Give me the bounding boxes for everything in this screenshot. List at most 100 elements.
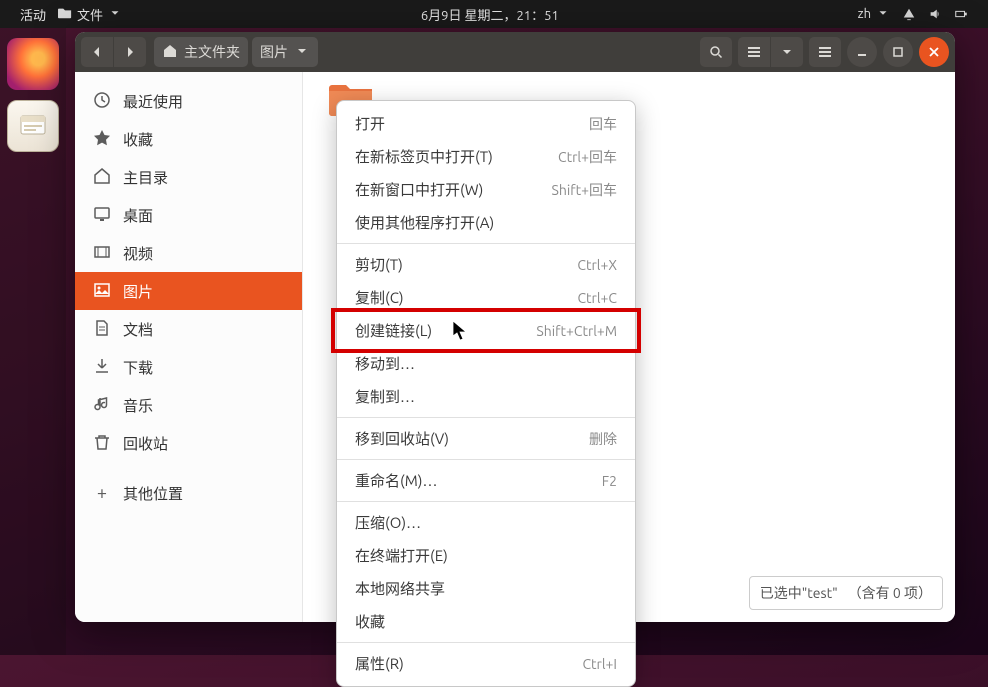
- input-source-indicator[interactable]: zh: [852, 6, 896, 23]
- sidebar-item-image[interactable]: 图片: [75, 272, 302, 310]
- menu-item-label: 在新窗口中打开(W): [355, 179, 483, 200]
- context-menu: 打开回车在新标签页中打开(T)Ctrl+回车在新窗口中打开(W)Shift+回车…: [336, 100, 636, 687]
- clock-icon: [93, 91, 111, 112]
- sidebar-item-label: 收藏: [123, 129, 153, 150]
- menu-item-shortcut: Ctrl+回车: [558, 147, 617, 167]
- menu-divider: [337, 243, 635, 244]
- sidebar-item-label: 最近使用: [123, 91, 183, 112]
- menu-item-label: 移动到…: [355, 353, 415, 374]
- desk-icon: [93, 205, 111, 226]
- back-button[interactable]: [81, 37, 113, 67]
- view-options-button[interactable]: [771, 37, 803, 67]
- hamburger-button[interactable]: [809, 37, 841, 67]
- music-icon: [93, 395, 111, 416]
- dock: [0, 28, 66, 655]
- menu-item[interactable]: 在新标签页中打开(T)Ctrl+回车: [337, 140, 635, 173]
- menu-item-label: 属性(R): [355, 653, 404, 674]
- menu-item-label: 重命名(M)…: [355, 470, 437, 491]
- path-bar: 主文件夹 图片: [154, 37, 696, 67]
- folder-icon: [58, 6, 72, 23]
- menu-item[interactable]: 使用其他程序打开(A): [337, 206, 635, 239]
- sidebar-item-down[interactable]: 下载: [75, 348, 302, 386]
- sidebar-item-desk[interactable]: 桌面: [75, 196, 302, 234]
- menu-item-shortcut: Ctrl+X: [577, 257, 617, 273]
- sidebar-item-label: 主目录: [123, 167, 168, 188]
- topbar-datetime[interactable]: 6月9日 星期二，21：51: [415, 5, 565, 24]
- trash-icon: [93, 433, 111, 454]
- menu-item[interactable]: 本地网络共享: [337, 572, 635, 605]
- view-list-button[interactable]: [738, 37, 770, 67]
- network-icon[interactable]: [896, 7, 922, 21]
- menu-item[interactable]: 剪切(T) Ctrl+X: [337, 248, 635, 281]
- path-home[interactable]: 主文件夹: [154, 37, 248, 67]
- sidebar-other-label: 其他位置: [123, 483, 183, 504]
- path-crumb-label: 图片: [260, 42, 288, 62]
- headerbar-right: [700, 37, 949, 67]
- search-button[interactable]: [700, 37, 732, 67]
- plus-icon: +: [93, 483, 111, 503]
- sidebar-item-label: 图片: [123, 281, 153, 302]
- status-bar: 已选中"test" （含有 0 项）: [749, 576, 943, 610]
- path-crumb-pictures[interactable]: 图片: [252, 37, 318, 67]
- dock-firefox[interactable]: [7, 38, 59, 90]
- sidebar-item-doc[interactable]: 文档: [75, 310, 302, 348]
- places-sidebar: 最近使用收藏主目录桌面视频图片文档下载音乐回收站 + 其他位置: [75, 72, 303, 622]
- nav-buttons: [81, 37, 146, 67]
- menu-item-label: 剪切(T): [355, 254, 403, 275]
- menu-item-label: 在终端打开(E): [355, 545, 448, 566]
- sidebar-other-locations[interactable]: + 其他位置: [75, 474, 302, 512]
- menu-divider: [337, 459, 635, 460]
- sidebar-item-label: 桌面: [123, 205, 153, 226]
- sidebar-item-music[interactable]: 音乐: [75, 386, 302, 424]
- status-count: （含有 0 项）: [848, 583, 932, 603]
- minimize-button[interactable]: [847, 37, 877, 67]
- menu-item-label: 本地网络共享: [355, 578, 445, 599]
- volume-icon[interactable]: [922, 7, 948, 21]
- sidebar-item-clock[interactable]: 最近使用: [75, 82, 302, 120]
- sidebar-item-label: 音乐: [123, 395, 153, 416]
- menu-item[interactable]: 收藏: [337, 605, 635, 638]
- menu-item[interactable]: 属性(R)Ctrl+I: [337, 647, 635, 680]
- sidebar-item-star[interactable]: 收藏: [75, 120, 302, 158]
- close-button[interactable]: [919, 37, 949, 67]
- menu-item-label: 创建链接(L): [355, 320, 432, 341]
- video-icon: [93, 243, 111, 264]
- sidebar-item-trash[interactable]: 回收站: [75, 424, 302, 462]
- menu-item[interactable]: 移到回收站(V)删除: [337, 422, 635, 455]
- menu-item-label: 复制到…: [355, 386, 415, 407]
- menu-item[interactable]: 打开回车: [337, 107, 635, 140]
- dropdown-icon: [876, 6, 890, 23]
- menu-divider: [337, 642, 635, 643]
- dock-files[interactable]: [7, 100, 59, 152]
- menu-item-shortcut: 回车: [589, 114, 617, 134]
- menu-item[interactable]: 重命名(M)… F2: [337, 464, 635, 497]
- menu-item[interactable]: 移动到…: [337, 347, 635, 380]
- activities-button[interactable]: 活动: [14, 5, 52, 24]
- sidebar-item-home[interactable]: 主目录: [75, 158, 302, 196]
- menu-divider: [337, 417, 635, 418]
- maximize-button[interactable]: [883, 37, 913, 67]
- menu-item[interactable]: 在新窗口中打开(W)Shift+回车: [337, 173, 635, 206]
- menu-item-label: 收藏: [355, 611, 385, 632]
- menu-item-label: 移到回收站(V): [355, 428, 449, 449]
- dropdown-icon: [108, 6, 122, 23]
- doc-icon: [93, 319, 111, 340]
- topbar-app-menu[interactable]: 文件: [52, 5, 128, 24]
- menu-item[interactable]: 在终端打开(E): [337, 539, 635, 572]
- sidebar-item-video[interactable]: 视频: [75, 234, 302, 272]
- dropdown-icon: [294, 43, 310, 62]
- activities-label: 活动: [20, 5, 46, 24]
- menu-item[interactable]: 复制到…: [337, 380, 635, 413]
- battery-icon[interactable]: [948, 7, 974, 21]
- menu-item-shortcut: F2: [602, 473, 617, 489]
- menu-divider: [337, 501, 635, 502]
- forward-button[interactable]: [114, 37, 146, 67]
- topbar-app-label: 文件: [77, 5, 103, 24]
- menu-item[interactable]: 复制(C)Ctrl+C: [337, 281, 635, 314]
- menu-item[interactable]: 压缩(O)…: [337, 506, 635, 539]
- down-icon: [93, 357, 111, 378]
- home-icon: [162, 43, 178, 62]
- menu-item[interactable]: 创建链接(L)Shift+Ctrl+M: [337, 314, 635, 347]
- status-selection: 已选中"test": [760, 583, 838, 603]
- headerbar: 主文件夹 图片: [75, 32, 955, 72]
